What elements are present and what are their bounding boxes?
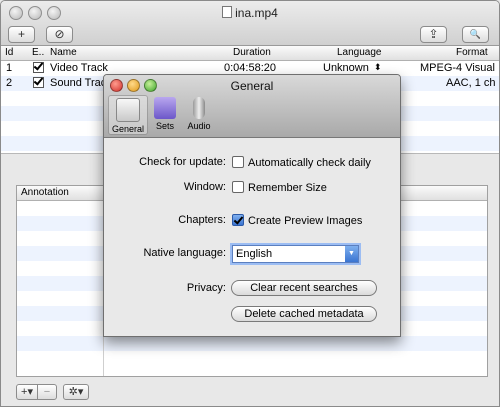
window-title-text: ina.mp4 — [235, 6, 278, 20]
native-language-label: Native language: — [143, 247, 226, 259]
checkbox-check-icon — [33, 62, 44, 73]
clear-recent-searches-button[interactable]: Clear recent searches — [231, 280, 377, 296]
col-enabled[interactable]: E.. — [32, 47, 44, 58]
col-language[interactable]: Language — [337, 47, 382, 58]
list-item — [17, 351, 487, 366]
title-bar: ina.mp4 + ⊘ ⇪ 🔍 — [1, 1, 499, 46]
share-button[interactable]: ⇪ — [420, 26, 447, 43]
checkbox-icon — [232, 181, 244, 193]
check-update-label: Check for update: — [139, 156, 226, 168]
create-preview-images-label: Create Preview Images — [248, 215, 363, 227]
remember-size-label: Remember Size — [248, 182, 327, 194]
chapters-label: Chapters: — [178, 214, 226, 226]
tab-audio-label: Audio — [187, 121, 211, 131]
disable-track-button[interactable]: ⊘ — [46, 26, 73, 43]
tab-sets-label: Sets — [155, 121, 174, 131]
list-item — [17, 336, 487, 351]
track-name: Video Track — [50, 62, 108, 74]
add-chapter-button[interactable]: +▾ — [16, 384, 38, 400]
checkbox-check-icon — [33, 77, 44, 88]
track-id: 2 — [6, 77, 13, 89]
create-preview-images-checkbox[interactable]: Create Preview Images — [232, 214, 362, 227]
tab-general-label: General — [111, 124, 145, 134]
track-format: MPEG-4 Visual — [420, 62, 495, 74]
native-language-select[interactable]: English ▼ — [232, 245, 359, 263]
checkbox-icon — [232, 156, 244, 168]
language-stepper-icon[interactable]: ⬍ — [374, 62, 382, 73]
track-format: AAC, 1 ch — [446, 77, 496, 89]
chevron-down-icon: ▼ — [345, 246, 358, 262]
delete-cached-metadata-button[interactable]: Delete cached metadata — [231, 306, 377, 322]
track-language[interactable]: Unknown — [323, 62, 369, 74]
track-enabled-checkbox[interactable] — [33, 62, 44, 75]
track-enabled-checkbox[interactable] — [33, 77, 44, 90]
col-format[interactable]: Format — [456, 47, 488, 58]
panel-title: General — [230, 79, 274, 93]
folder-icon — [154, 97, 176, 119]
window-label: Window: — [183, 181, 226, 193]
remember-size-checkbox[interactable]: Remember Size — [232, 181, 327, 194]
col-duration[interactable]: Duration — [233, 47, 271, 58]
col-id[interactable]: Id — [5, 47, 13, 58]
panel-title-bar: General General Sets Audio — [104, 75, 400, 138]
col-name[interactable]: Name — [50, 47, 77, 58]
track-id: 1 — [6, 62, 13, 74]
search-button[interactable]: 🔍 — [462, 26, 489, 43]
microphone-icon — [193, 97, 205, 119]
window-title: ina.mp4 — [1, 6, 499, 20]
switch-icon — [116, 98, 140, 122]
tracks-header: Id E.. Name Duration Language Format — [1, 46, 499, 61]
privacy-label: Privacy: — [186, 282, 226, 294]
tab-general[interactable]: General — [108, 95, 148, 135]
tab-sets[interactable]: Sets — [146, 95, 184, 133]
gear-menu-button[interactable]: ✲▾ — [63, 384, 89, 400]
document-icon — [222, 6, 233, 18]
native-language-value: English — [236, 248, 273, 260]
add-track-button[interactable]: + — [8, 26, 35, 43]
tab-audio[interactable]: Audio — [180, 95, 218, 133]
general-preferences-panel: General General Sets Audio Check for upd… — [103, 74, 401, 337]
checkbox-checked-icon — [232, 214, 244, 226]
auto-check-label: Automatically check daily — [248, 157, 371, 169]
remove-chapter-button[interactable]: − — [37, 384, 57, 400]
track-duration: 0:04:58:20 — [224, 62, 276, 74]
auto-check-checkbox[interactable]: Automatically check daily — [232, 156, 371, 169]
